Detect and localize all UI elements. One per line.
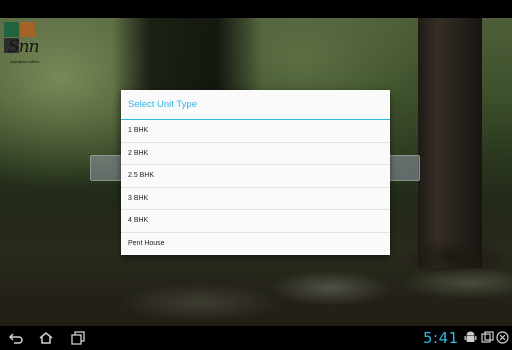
back-icon[interactable] <box>8 330 24 346</box>
dialog-title: Select Unit Type <box>121 90 390 120</box>
option-1-bhk[interactable]: 1 BHK <box>121 120 390 143</box>
option-pent-house[interactable]: Pent House <box>121 233 390 256</box>
home-icon[interactable] <box>38 330 54 346</box>
close-icon[interactable] <box>496 331 509 344</box>
status-bar <box>0 0 512 18</box>
option-2-bhk[interactable]: 2 BHK <box>121 143 390 166</box>
option-3-bhk[interactable]: 3 BHK <box>121 188 390 211</box>
android-icon[interactable] <box>464 331 477 344</box>
recent-apps-icon[interactable] <box>70 330 86 346</box>
screenshot-icon[interactable] <box>481 331 494 344</box>
option-4-bhk[interactable]: 4 BHK <box>121 210 390 233</box>
navigation-bar: 5:41 <box>0 326 512 350</box>
clock: 5:41 <box>423 329 459 347</box>
option-2-5-bhk[interactable]: 2.5 BHK <box>121 165 390 188</box>
select-unit-type-dialog: Select Unit Type 1 BHK 2 BHK 2.5 BHK 3 B… <box>121 90 390 255</box>
